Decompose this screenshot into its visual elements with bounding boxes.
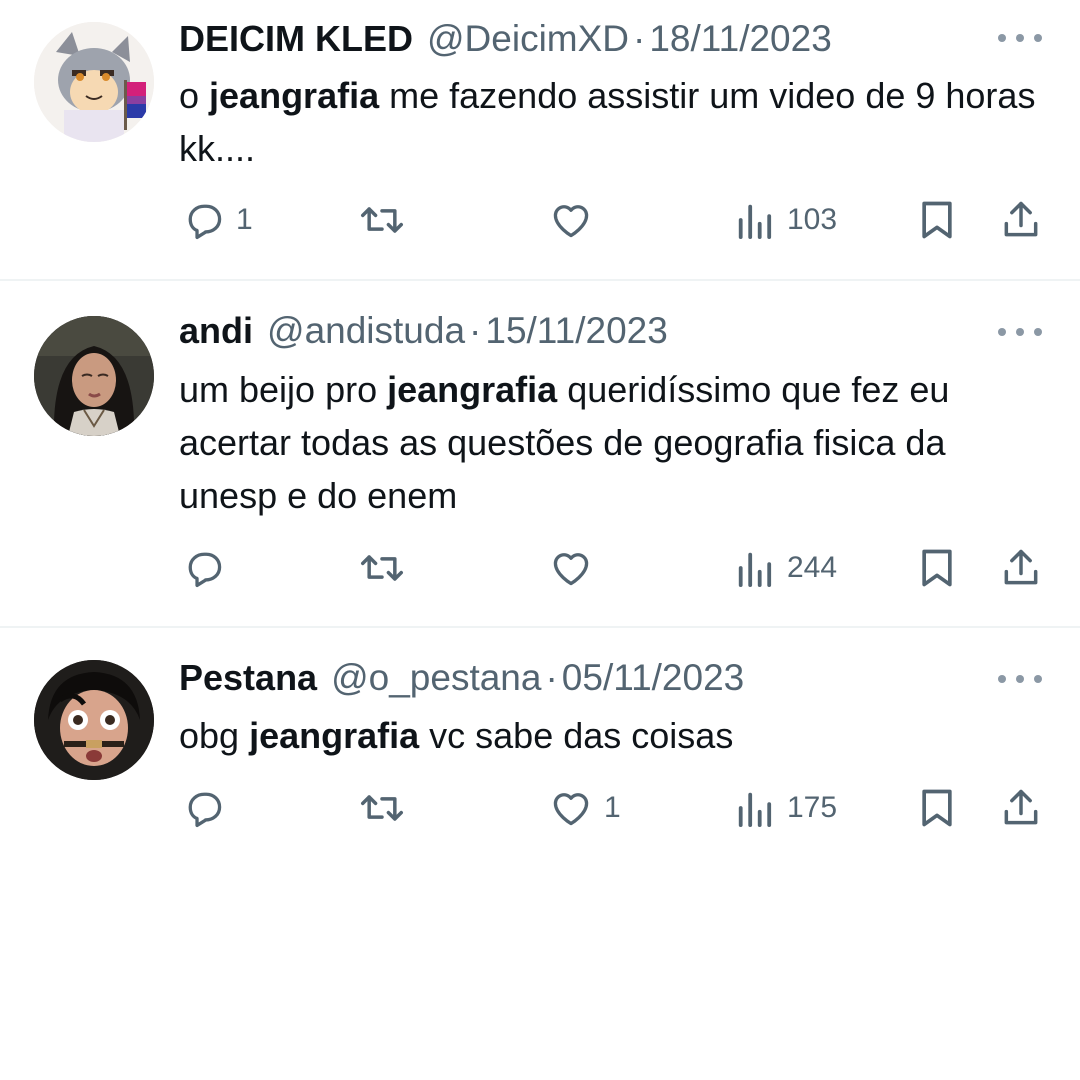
display-name[interactable]: DEICIM KLED (179, 17, 413, 61)
tweet-header: Pestana @o_pestana · 05/11/2023 (179, 656, 744, 700)
reply-button[interactable] (182, 546, 236, 590)
views-icon (738, 792, 772, 827)
heart-icon (553, 793, 589, 826)
tweet-header: DEICIM KLED @DeicimXD · 18/11/2023 (179, 17, 832, 61)
views-count: 175 (787, 791, 838, 824)
share-button[interactable] (998, 786, 1044, 830)
avatar[interactable] (34, 660, 154, 780)
reply-icon (188, 204, 222, 240)
more-icon[interactable] (998, 669, 1042, 689)
like-button[interactable] (548, 198, 604, 242)
views-count: 103 (787, 203, 838, 236)
tweet-2[interactable]: andi @andistuda · 15/11/2023 um beijo pr… (0, 281, 1080, 626)
like-button[interactable]: 1 (548, 786, 621, 830)
more-icon[interactable] (998, 322, 1042, 342)
views-icon (738, 204, 772, 239)
reply-icon (188, 792, 222, 828)
share-icon (1004, 789, 1038, 825)
tweet-date[interactable]: 15/11/2023 (485, 309, 667, 353)
tweet-text-before: o (179, 75, 210, 116)
mention: jeangrafia (249, 715, 420, 756)
like-count: 1 (604, 791, 621, 824)
separator-dot: · (469, 310, 482, 351)
tweet-1[interactable]: DEICIM KLED @DeicimXD · 18/11/2023 o jea… (0, 0, 1080, 280)
tweet-text: um beijo pro jeangrafia queridíssimo que… (179, 363, 1049, 522)
user-handle[interactable]: @o_pestana (331, 656, 541, 700)
tweet-text: o jeangrafia me fazendo assistir um vide… (179, 69, 1049, 175)
separator-dot: · (545, 657, 558, 698)
separator-dot: · (633, 18, 646, 59)
views-button[interactable]: 103 (735, 199, 837, 241)
tweet-3[interactable]: Pestana @o_pestana · 05/11/2023 obg jean… (0, 628, 1080, 868)
bookmark-button[interactable] (918, 546, 956, 590)
retweet-button[interactable] (358, 546, 406, 590)
tweet-text-after: vc sabe das coisas (419, 715, 734, 756)
reply-icon (188, 552, 222, 588)
share-button[interactable] (998, 546, 1044, 590)
user-handle[interactable]: @DeicimXD (427, 17, 629, 61)
avatar[interactable] (34, 316, 154, 436)
tweet-header: andi @andistuda · 15/11/2023 (179, 309, 668, 353)
user-handle[interactable]: @andistuda (267, 309, 465, 353)
tweet-date[interactable]: 18/11/2023 (649, 17, 831, 61)
views-icon (738, 552, 772, 587)
share-button[interactable] (998, 198, 1044, 242)
bookmark-button[interactable] (918, 786, 956, 830)
heart-icon (553, 205, 589, 238)
retweet-button[interactable] (358, 786, 406, 830)
retweet-button[interactable] (358, 198, 406, 242)
tweet-text: obg jeangrafia vc sabe das coisas (179, 709, 1049, 762)
retweet-icon (361, 795, 403, 821)
tweet-text-before: um beijo pro (179, 369, 388, 410)
retweet-icon (361, 555, 403, 581)
mention: jeangrafia (209, 75, 380, 116)
mention: jeangrafia (387, 369, 558, 410)
views-count: 244 (787, 551, 838, 584)
display-name[interactable]: Pestana (179, 656, 317, 700)
views-button[interactable]: 244 (735, 547, 837, 589)
reply-button[interactable] (182, 786, 236, 830)
share-icon (1004, 201, 1038, 237)
avatar[interactable] (34, 22, 154, 142)
bookmark-icon (922, 201, 952, 239)
bookmark-button[interactable] (918, 198, 956, 242)
reply-count: 1 (236, 203, 253, 236)
retweet-icon (361, 207, 403, 233)
tweet-date[interactable]: 05/11/2023 (562, 656, 744, 700)
tweet-text-before: obg (179, 715, 250, 756)
reply-button[interactable]: 1 (182, 198, 253, 242)
share-icon (1004, 549, 1038, 585)
bookmark-icon (922, 549, 952, 587)
more-icon[interactable] (998, 28, 1042, 48)
display-name[interactable]: andi (179, 309, 253, 353)
heart-icon (553, 553, 589, 586)
views-button[interactable]: 175 (735, 787, 837, 829)
like-button[interactable] (548, 546, 604, 590)
bookmark-icon (922, 789, 952, 827)
